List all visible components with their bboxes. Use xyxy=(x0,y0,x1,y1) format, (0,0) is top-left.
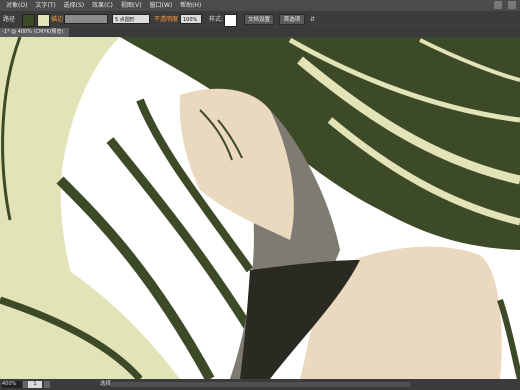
menu-help[interactable]: 帮助(H) xyxy=(180,0,201,11)
next-artboard-icon[interactable] xyxy=(44,381,50,388)
doc-setup-button[interactable]: 文档设置 xyxy=(244,14,274,25)
zoom-field[interactable]: 400% xyxy=(2,381,22,388)
menu-type[interactable]: 文字(T) xyxy=(35,0,55,11)
menu-bar: 对象(O) 文字(T) 选择(S) 效果(C) 视图(V) 窗口(W) 帮助(H… xyxy=(0,0,520,11)
menu-object[interactable]: 对象(O) xyxy=(6,0,27,11)
style-label: 样式: xyxy=(209,16,224,23)
illustration xyxy=(0,37,520,379)
workspace-icon[interactable] xyxy=(494,1,502,9)
path-label: 路径 xyxy=(3,16,16,23)
fill-swatch[interactable] xyxy=(22,14,35,27)
menu-view[interactable]: 视图(V) xyxy=(121,0,142,11)
stroke-label[interactable]: 描边 xyxy=(51,14,63,25)
window-controls xyxy=(494,1,516,9)
brush-field[interactable]: 5 点圆形 xyxy=(112,14,150,24)
menu-select[interactable]: 选择(S) xyxy=(64,0,85,11)
menu-window[interactable]: 窗口(W) xyxy=(150,0,173,11)
stroke-swatch[interactable] xyxy=(37,14,50,27)
menu-effect[interactable]: 效果(C) xyxy=(92,0,113,11)
panel-menu-icon[interactable]: ⇵ xyxy=(310,14,315,25)
horizontal-scrollbar[interactable] xyxy=(110,382,410,387)
status-bar: 400% 1 选择 xyxy=(0,379,520,390)
document-tab-bar: -1* @ 400% (CMYK/预览) xyxy=(0,28,520,37)
control-bar: 路径 描边 5 点圆形 不透明度 100% 样式: 文档设置 首选项 ⇵ xyxy=(0,11,520,29)
document-tab[interactable]: -1* @ 400% (CMYK/预览) xyxy=(0,28,70,37)
opacity-field[interactable]: 100% xyxy=(180,14,202,24)
preferences-button[interactable]: 首选项 xyxy=(279,14,305,25)
artboard-number-field[interactable]: 1 xyxy=(28,381,42,388)
arrange-icon[interactable] xyxy=(508,1,516,9)
opacity-label[interactable]: 不透明度 xyxy=(154,14,178,25)
stroke-weight-field[interactable] xyxy=(64,14,108,24)
artboard-canvas[interactable] xyxy=(0,37,520,379)
style-swatch[interactable] xyxy=(224,14,237,27)
